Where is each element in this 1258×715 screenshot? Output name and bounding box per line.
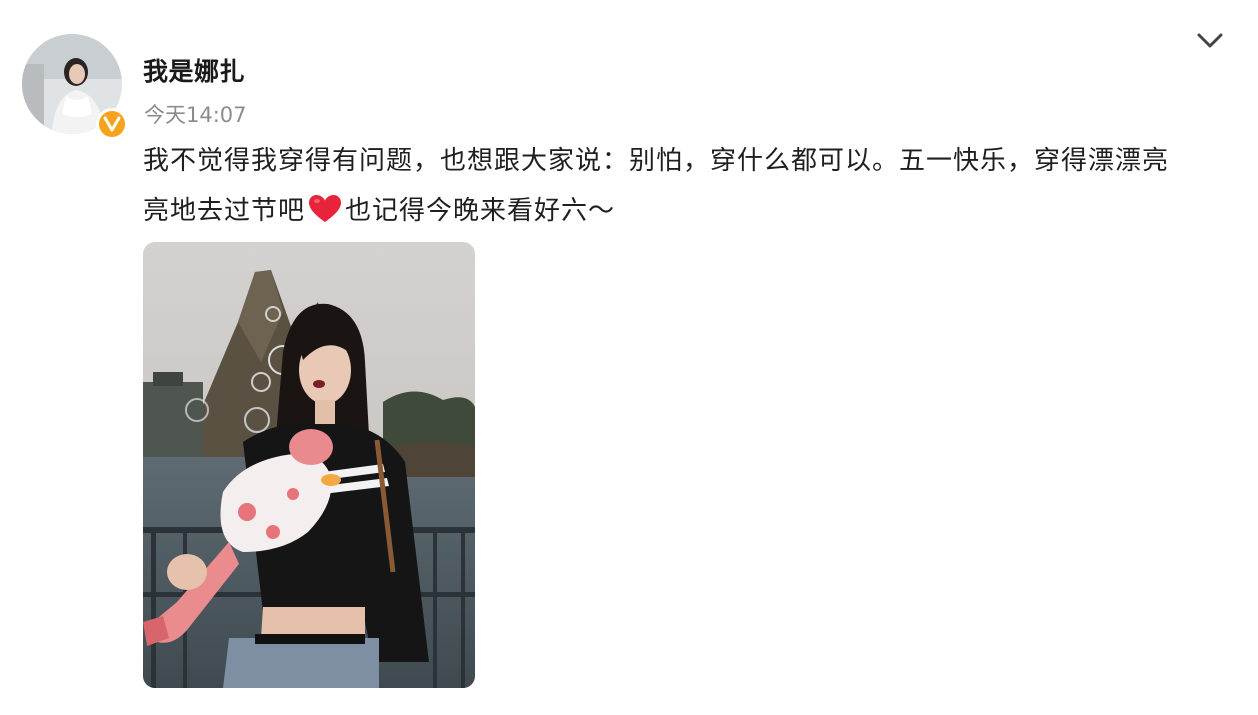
post-text-line-2: 亮地去过节吧 也记得今晚来看好六～ — [143, 186, 1223, 236]
verified-badge-icon — [99, 111, 125, 137]
post-text-segment-2: 也记得今晚来看好六～ — [345, 196, 616, 226]
author-name[interactable]: 我是娜扎 — [143, 52, 245, 88]
post-text-segment-1: 亮地去过节吧 — [143, 196, 306, 226]
weibo-post: 我是娜扎 今天14:07 我不觉得我穿得有问题，也想跟大家说：别怕，穿什么都可以… — [0, 0, 1258, 715]
avatar-container[interactable] — [22, 34, 128, 140]
post-photo-image — [143, 242, 475, 688]
post-timestamp[interactable]: 今天14:07 — [144, 99, 247, 129]
post-photo[interactable] — [143, 242, 475, 688]
post-text-line-1: 我不觉得我穿得有问题，也想跟大家说：别怕，穿什么都可以。五一快乐，穿得漂漂亮 — [143, 146, 1170, 176]
heart-emoji-icon — [309, 195, 342, 222]
post-text: 我不觉得我穿得有问题，也想跟大家说：别怕，穿什么都可以。五一快乐，穿得漂漂亮 亮… — [143, 136, 1223, 236]
chevron-down-icon[interactable] — [1194, 28, 1226, 52]
verified-badge — [96, 108, 128, 140]
